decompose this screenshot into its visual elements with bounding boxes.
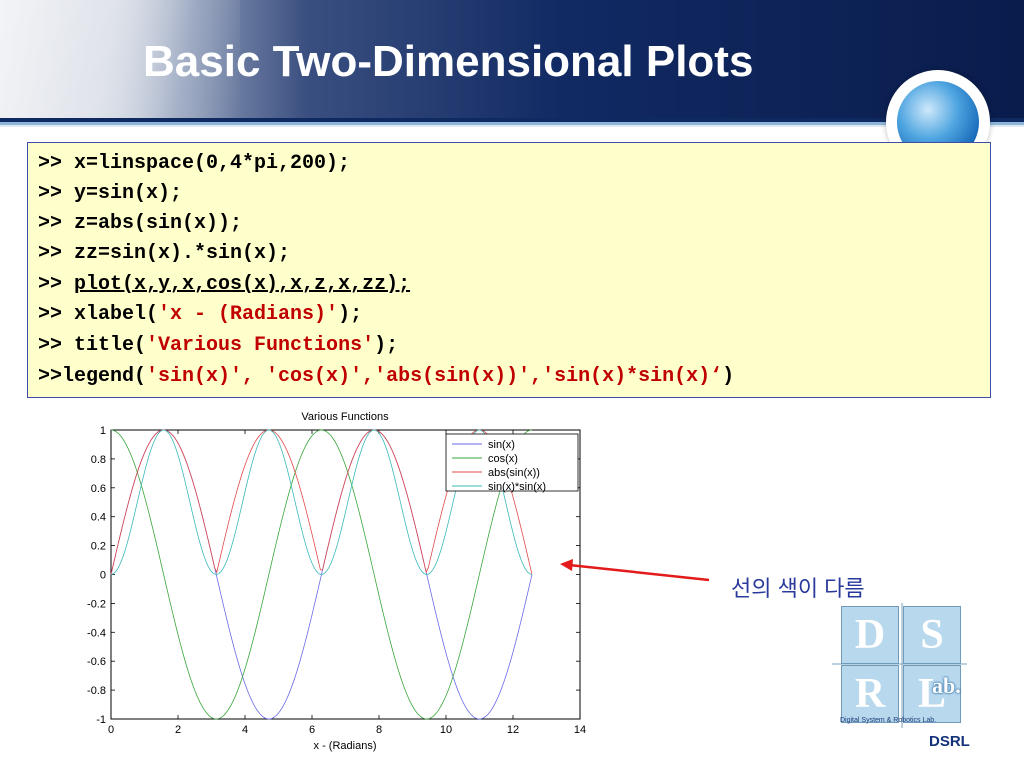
- code-line: >> plot(x,y,x,cos(x),x,z,x,zz);: [38, 273, 411, 296]
- annotation-note: 선의 색이 다름: [731, 576, 865, 601]
- footer-logo-text: DSRL: [929, 733, 970, 750]
- x-tick-label: 4: [242, 724, 248, 736]
- y-tick-label: 0: [100, 570, 106, 582]
- logo-lab: ab.: [932, 673, 961, 698]
- legend-label: cos(x): [488, 453, 518, 465]
- chart-title: Various Functions: [301, 411, 389, 423]
- x-tick-label: 10: [440, 724, 452, 736]
- logo-letter: R: [841, 665, 899, 723]
- line-chart: 0 2 4 6 8 10 12 14 -1 -0.8 -0.6 -0.4 -0.2 0 0.2 0.4 0.6 0…: [87, 411, 586, 752]
- y-tick-label: -0.6: [87, 656, 106, 668]
- x-tick-label: 0: [108, 724, 114, 736]
- y-tick-label: 0.2: [91, 541, 106, 553]
- code-line: >> zz=sin(x).*sin(x);: [38, 242, 291, 265]
- y-tick-label: 0.6: [91, 483, 106, 495]
- x-tick-label: 2: [175, 724, 181, 736]
- code-line: >>legend('sin(x)', 'cos(x)','abs(sin(x))…: [38, 365, 735, 388]
- slide-header: Basic Two-Dimensional Plots: [0, 0, 1024, 118]
- code-line: >> y=sin(x);: [38, 182, 183, 205]
- x-tick-label: 8: [376, 724, 382, 736]
- x-tick-label: 12: [507, 724, 519, 736]
- logo-letter: D: [841, 606, 899, 664]
- legend-label: abs(sin(x)): [488, 467, 540, 479]
- code-box: >> x=linspace(0,4*pi,200); >> y=sin(x); …: [27, 142, 991, 398]
- y-tick-label: 1: [100, 425, 106, 437]
- y-tick-label: 0.4: [91, 512, 106, 524]
- dsrl-logo: D S R L ab. Digital System & Robotics La…: [832, 603, 982, 728]
- code-line: >> xlabel('x - (Radians)');: [38, 303, 363, 326]
- legend-label: sin(x): [488, 439, 515, 451]
- x-axis-label: x - (Radians): [314, 740, 377, 752]
- logo-letter: S: [903, 606, 961, 664]
- y-tick-label: -0.8: [87, 685, 106, 697]
- code-line: >> title('Various Functions');: [38, 334, 399, 357]
- code-line: >> x=linspace(0,4*pi,200);: [38, 152, 351, 175]
- arrow-icon: [560, 559, 710, 582]
- chart-legend: sin(x) cos(x) abs(sin(x)) sin(x)*sin(x): [445, 433, 579, 493]
- code-line: >> z=abs(sin(x));: [38, 212, 243, 235]
- x-tick-label: 14: [574, 724, 586, 736]
- legend-label: sin(x)*sin(x): [488, 481, 546, 493]
- header-stripe: [0, 125, 1024, 127]
- logo-caption: Digital System & Robotics Lab.: [840, 717, 937, 724]
- y-tick-label: -1: [96, 714, 106, 726]
- y-tick-label: 0.8: [91, 454, 106, 466]
- page-title: Basic Two-Dimensional Plots: [143, 37, 754, 86]
- y-tick-label: -0.4: [87, 627, 106, 639]
- x-tick-label: 6: [309, 724, 315, 736]
- y-tick-label: -0.2: [87, 598, 106, 610]
